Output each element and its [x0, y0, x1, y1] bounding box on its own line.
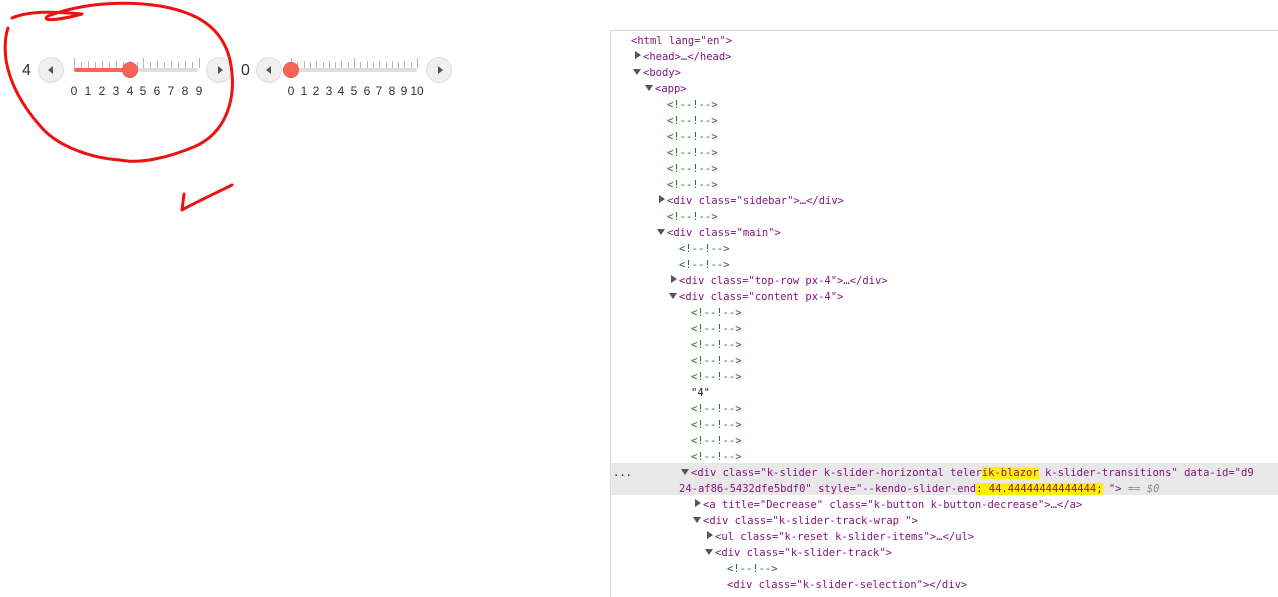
node-k-slider[interactable]: <div class="k-slider k-slider-horizontal… — [691, 465, 1254, 481]
slider-minor-tick — [386, 62, 387, 68]
slider-tick — [329, 61, 330, 68]
slider-tick — [354, 58, 355, 68]
node-decrease[interactable]: <a title="Decrease" class="k-button k-bu… — [703, 497, 1082, 513]
slider-tick-label: 0 — [287, 84, 295, 98]
comment-node: <!--!--> — [667, 131, 718, 143]
slider-minor-tick — [335, 62, 336, 68]
comment-node: <!--!--> — [691, 355, 742, 367]
slider-node-part: 24-af86-5432dfe5bdf0" style="--kendo-sli… — [679, 483, 977, 495]
caret-left-icon — [266, 66, 271, 74]
node-k-slider-cont[interactable]: 24-af86-5432dfe5bdf0" style="--kendo-sli… — [679, 481, 1159, 497]
devtools-elements-panel: <html lang="en"> <head>…</head> <body> <… — [610, 30, 1278, 597]
expand-arrow-icon[interactable] — [659, 195, 665, 203]
collapse-arrow-icon[interactable] — [657, 229, 665, 235]
collapse-arrow-icon[interactable] — [645, 85, 653, 91]
collapse-arrow-icon[interactable] — [693, 517, 701, 523]
comment-node: <!--!--> — [691, 371, 742, 383]
node-options-ellipsis[interactable]: ... — [613, 465, 632, 481]
comment-node: <!--!--> — [667, 211, 718, 223]
slider-tick-label: 9 — [400, 84, 408, 98]
node-app[interactable]: <app> — [655, 81, 687, 97]
collapse-arrow-icon[interactable] — [705, 549, 713, 555]
comment-node: <!--!--> — [691, 451, 742, 463]
slider-minor-tick — [411, 62, 412, 68]
comment-node: <!--!--> — [667, 115, 718, 127]
comment-node: <!--!--> — [691, 435, 742, 447]
comment-node: <!--!--> — [691, 419, 742, 431]
slider-tick — [404, 61, 405, 68]
slider-minor-tick — [323, 62, 324, 68]
slider-tick — [417, 58, 418, 68]
slider-minor-tick — [360, 62, 361, 68]
comment-node: <!--!--> — [667, 163, 718, 175]
comment-node: <!--!--> — [691, 403, 742, 415]
text-node[interactable]: "4" — [691, 385, 710, 401]
node-slider-track[interactable]: <div class="k-slider-track"> — [715, 545, 892, 561]
preview-pane: 4 0123456789 0 0 1 2 3 4 5 6 7 8 9 10 — [0, 0, 610, 596]
node-top-row[interactable]: <div class="top-row px-4">…</div> — [679, 273, 888, 289]
slider-tick — [304, 61, 305, 68]
comment-node: <!--!--> — [679, 259, 730, 271]
node-content[interactable]: <div class="content px-4"> — [679, 289, 843, 305]
comment-node: <!--!--> — [691, 323, 742, 335]
slider-node-part: <div class="k-slider k-slider-horizontal… — [691, 467, 982, 479]
slider-2-thumb[interactable] — [283, 62, 299, 78]
slider-tick-label: 7 — [375, 84, 383, 98]
expand-arrow-icon[interactable] — [671, 275, 677, 283]
slider-tick — [367, 61, 368, 68]
node-sidebar[interactable]: <div class="sidebar">…</div> — [667, 193, 844, 209]
comment-node: <!--!--> — [667, 99, 718, 111]
comment-node: <!--!--> — [667, 147, 718, 159]
node-head[interactable]: <head>…</head> — [643, 49, 732, 65]
slider-tick — [316, 61, 317, 68]
comment-node: <!--!--> — [727, 563, 778, 575]
expand-arrow-icon[interactable] — [707, 531, 713, 539]
highlighted-text: ik-blazor — [981, 467, 1039, 479]
comment-node: <!--!--> — [691, 307, 742, 319]
comment-node: <!--!--> — [679, 243, 730, 255]
slider-node-part: k-slider-transitions" data-id="d9 — [1038, 467, 1254, 479]
slider-tick-label: 2 — [312, 84, 320, 98]
node-track-wrap[interactable]: <div class="k-slider-track-wrap "> — [703, 513, 918, 529]
collapse-arrow-icon[interactable] — [633, 69, 641, 75]
slider-tick — [379, 61, 380, 68]
slider-minor-tick — [398, 62, 399, 68]
node-main[interactable]: <div class="main"> — [667, 225, 781, 241]
slider-minor-tick — [348, 62, 349, 68]
comment-node: <!--!--> — [691, 339, 742, 351]
slider-minor-tick — [310, 62, 311, 68]
node-slider-items[interactable]: <ul class="k-reset k-slider-items">…</ul… — [715, 529, 974, 545]
node-body[interactable]: <body> — [643, 65, 681, 81]
console-ref: == $0 — [1127, 483, 1160, 495]
caret-right-icon — [438, 66, 443, 74]
node-slider-selection[interactable]: <div class="k-slider-selection"></div> — [727, 577, 967, 593]
slider-2-increase-button[interactable] — [426, 57, 452, 83]
collapse-arrow-icon[interactable] — [669, 293, 677, 299]
slider-tick — [341, 61, 342, 68]
slider-tick-label: 5 — [350, 84, 358, 98]
expand-arrow-icon[interactable] — [695, 499, 701, 507]
slider-tick-label: 4 — [337, 84, 345, 98]
collapse-arrow-icon[interactable] — [681, 469, 689, 475]
slider-tick-label: 10 — [410, 84, 424, 98]
annotation-circle-and-checkmark — [3, 1, 234, 212]
node-html[interactable]: <html lang="en"> — [631, 33, 732, 49]
slider-tick — [392, 61, 393, 68]
highlighted-style-value: : 44.44444444444444; — [976, 483, 1103, 495]
slider-node-part: "> — [1102, 483, 1122, 495]
slider-minor-tick — [373, 62, 374, 68]
slider-2-track[interactable] — [291, 68, 417, 72]
expand-arrow-icon[interactable] — [635, 51, 641, 59]
comment-node: <!--!--> — [667, 179, 718, 191]
